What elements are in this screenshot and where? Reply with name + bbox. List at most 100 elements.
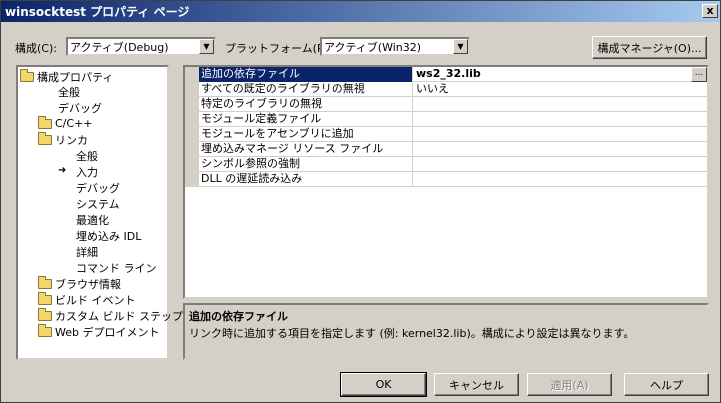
property-value[interactable] [414,157,416,172]
title-bar: winsocktest プロパティ ページ x [1,1,720,22]
tree-item-build-events[interactable]: ビルド イベント [38,291,136,307]
close-button[interactable]: x [702,4,718,18]
description-text: リンク時に追加する項目を指定します (例: kernel32.lib)。構成によ… [189,327,635,340]
tree-item-label: ブラウザ情報 [55,277,121,291]
platform-label: プラットフォーム(P): [225,42,332,55]
tree-item-label: デバッグ [76,181,120,195]
property-value[interactable] [414,112,416,127]
row-gutter [185,172,199,187]
folder-icon [38,307,52,321]
property-value[interactable] [414,97,416,112]
cancel-label: キャンセル [449,378,504,392]
cancel-button[interactable]: キャンセル [434,373,519,396]
tree-item-label: カスタム ビルド ステップ [55,309,183,323]
help-button[interactable]: ヘルプ [624,373,709,396]
row-gutter [185,142,199,157]
property-row[interactable]: モジュール定義ファイル [185,112,707,127]
tree-item-label: リンカ [55,133,88,147]
tree-item-config-properties[interactable]: 構成プロパティ [20,68,114,84]
tree-item-linker-system[interactable]: システム [76,196,120,211]
tree-item-label: Web デプロイメント [55,325,160,339]
config-label: 構成(C): [15,42,57,55]
tree-item-label: 入力 [76,165,98,179]
property-grid: 追加の依存ファイル ws2_32.lib ... すべての既定のライブラリの無視… [183,65,709,299]
tree-item-linker[interactable]: リンカ [38,131,88,147]
row-gutter [185,157,199,172]
property-value[interactable] [414,142,416,157]
current-page-arrow-icon: ➜ [58,165,67,176]
description-pane: 追加の依存ファイル リンク時に追加する項目を指定します (例: kernel32… [183,303,709,360]
platform-combo[interactable]: アクティブ(Win32) ▼ [320,37,470,56]
row-gutter [185,67,199,82]
property-name[interactable]: シンボル参照の強制 [199,157,413,172]
tree-item-linker-command-line[interactable]: コマンド ライン [76,260,157,275]
property-row[interactable]: 特定のライブラリの無視 [185,97,707,112]
tree-item-label: C/C++ [55,117,93,130]
description-title: 追加の依存ファイル [189,310,288,323]
tree-item-browse-info[interactable]: ブラウザ情報 [38,275,121,291]
tree-item-label: ビルド イベント [55,293,136,307]
tree-item-cpp[interactable]: C/C++ [38,115,93,131]
tree-item-linker-input[interactable]: 入力 [76,164,98,179]
folder-icon [38,323,52,337]
apply-button[interactable]: 適用(A) [527,373,612,396]
property-row[interactable]: 追加の依存ファイル ws2_32.lib ... [185,67,707,82]
property-row[interactable]: DLL の遅延読み込み [185,172,707,187]
tree-item-label: システム [76,197,120,211]
tree-item-label: 全般 [58,85,80,99]
row-gutter [185,112,199,127]
tree-item-linker-embedded-idl[interactable]: 埋め込み IDL [76,228,141,243]
property-value[interactable] [414,127,416,142]
tree-item-linker-general[interactable]: 全般 [76,148,98,163]
tree-item-label: デバッグ [58,101,102,115]
tree-item-custom-build-step[interactable]: カスタム ビルド ステップ [38,307,183,323]
property-value[interactable]: いいえ [414,82,449,97]
tree-item-linker-debugging[interactable]: デバッグ [76,180,120,195]
folder-open-icon [38,131,52,145]
property-name[interactable]: すべての既定のライブラリの無視 [199,82,413,97]
property-value[interactable]: ws2_32.lib [414,67,481,82]
ok-button[interactable]: OK [340,372,427,397]
property-name[interactable]: モジュールをアセンブリに追加 [199,127,413,142]
property-row[interactable]: シンボル参照の強制 [185,157,707,172]
row-gutter [185,127,199,142]
tree-item-linker-optimization[interactable]: 最適化 [76,212,109,227]
folder-open-icon [20,68,34,82]
folder-icon [38,291,52,305]
close-icon: x [706,4,714,17]
property-row[interactable]: モジュールをアセンブリに追加 [185,127,707,142]
tree-item-label: 埋め込み IDL [76,229,142,243]
config-value: アクティブ(Debug) [70,40,169,54]
property-row[interactable]: 埋め込みマネージ リソース ファイル [185,142,707,157]
property-row[interactable]: すべての既定のライブラリの無視 いいえ [185,82,707,97]
tree-item-web-deployment[interactable]: Web デプロイメント [38,323,160,339]
ellipsis-button[interactable]: ... [691,67,707,82]
tree-item-linker-advanced[interactable]: 詳細 [76,244,98,259]
property-name[interactable]: モジュール定義ファイル [199,112,413,127]
tree-item-label: 構成プロパティ [37,70,114,84]
tree-item-label: 詳細 [76,245,98,259]
row-gutter [185,97,199,112]
folder-icon [38,275,52,289]
property-value[interactable] [414,172,416,187]
tree-item-debugging[interactable]: デバッグ [58,100,102,115]
tree-item-label: 最適化 [76,213,109,227]
config-combo[interactable]: アクティブ(Debug) ▼ [66,37,216,56]
help-label: ヘルプ [650,378,683,392]
window-title: winsocktest プロパティ ページ [5,5,190,19]
chevron-down-icon[interactable]: ▼ [199,39,214,54]
tree-item-label: 全般 [76,149,98,163]
property-name[interactable]: 埋め込みマネージ リソース ファイル [199,142,413,157]
tree-item-label: コマンド ライン [76,261,157,275]
property-name[interactable]: 追加の依存ファイル [199,67,413,82]
property-name[interactable]: DLL の遅延読み込み [199,172,413,187]
row-gutter [185,82,199,97]
property-name[interactable]: 特定のライブラリの無視 [199,97,413,112]
ok-label: OK [375,378,392,391]
config-manager-label: 構成マネージャ(O)... [597,41,702,55]
tree-item-general[interactable]: 全般 [58,84,80,99]
settings-tree[interactable]: 構成プロパティ 全般 デバッグ C/C++ リンカ 全般 ➜ 入力 デバッグ シ… [16,65,183,360]
chevron-down-icon[interactable]: ▼ [453,39,468,54]
folder-icon [38,115,52,129]
config-manager-button[interactable]: 構成マネージャ(O)... [592,36,707,59]
